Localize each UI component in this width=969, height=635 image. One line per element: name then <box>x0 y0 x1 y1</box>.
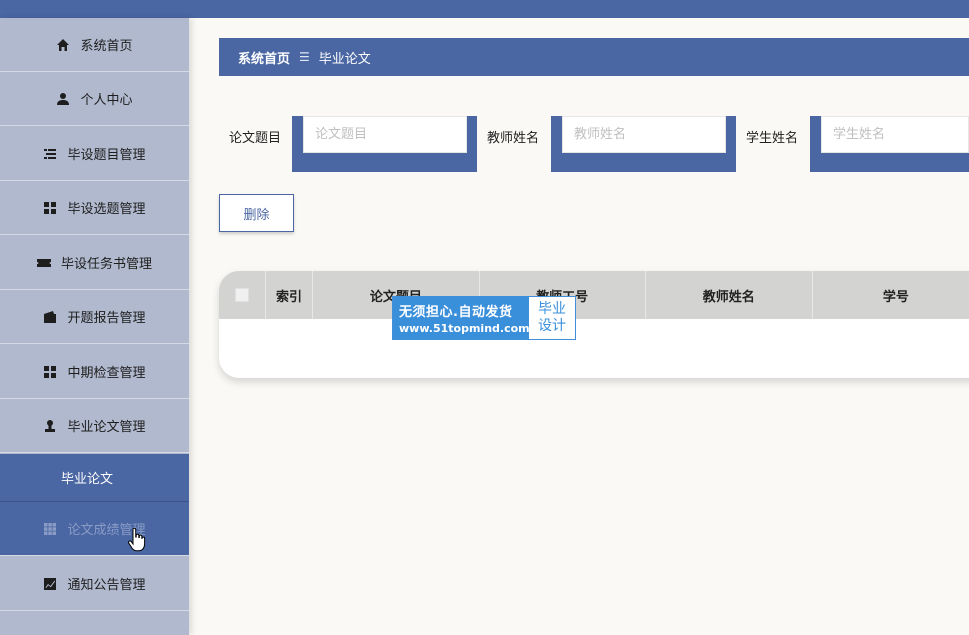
thesis-title-search-box <box>292 116 477 172</box>
watermark-main: 无须担心.自动发货 www.51topmind.com <box>393 297 530 339</box>
thesis-table: 索引 论文题目 教师工号 教师姓名 学号 <box>219 271 969 378</box>
breadcrumb: 系统首页 ☰ 毕业论文 <box>219 38 969 76</box>
select-all-checkbox[interactable] <box>234 288 249 302</box>
teacher-name-input[interactable] <box>562 116 726 153</box>
sidebar-item-label: 中期检查管理 <box>67 366 146 381</box>
teacher-name-label: 教师姓名 <box>487 131 540 146</box>
student-name-search-box <box>810 116 969 172</box>
breadcrumb-home[interactable]: 系统首页 <box>238 48 290 67</box>
student-name-label: 学生姓名 <box>746 131 799 146</box>
watermark: 无须担心.自动发货 www.51topmind.com 毕业 设计 <box>392 296 576 340</box>
sidebar-subitem-thesis[interactable]: 毕业论文 <box>0 454 189 502</box>
student-name-input[interactable] <box>821 116 969 153</box>
chart-icon <box>43 577 57 591</box>
column-header-index[interactable]: 索引 <box>266 271 314 319</box>
sidebar-item-label: 系统首页 <box>80 39 133 54</box>
ticket-icon <box>36 256 51 270</box>
wallet-icon <box>43 310 57 324</box>
stamp-icon <box>43 419 57 433</box>
watermark-tag-line2: 设计 <box>538 318 566 334</box>
sidebar-item-personal-center[interactable]: 个人中心 <box>0 72 189 126</box>
watermark-slogan: 无须担心.自动发货 <box>399 305 513 320</box>
sidebar-item-label: 开题报告管理 <box>67 311 146 326</box>
hand-pointer-cursor-icon <box>128 527 146 552</box>
sidebar-item-topic-management[interactable]: 毕设题目管理 <box>0 127 189 181</box>
sidebar-item-proposal-report[interactable]: 开题报告管理 <box>0 290 189 344</box>
sidebar-item-label: 通知公告管理 <box>67 578 146 593</box>
watermark-tag: 毕业 设计 <box>529 297 575 339</box>
sidebar-item-label: 个人中心 <box>80 93 133 108</box>
home-icon <box>56 38 70 52</box>
sidebar-item-label: 毕业论文管理 <box>67 420 146 435</box>
watermark-url: www.51topmind.com <box>399 322 530 335</box>
sidebar: 系统首页 个人中心 毕设题目管理 毕设选题管理 毕设任务书管理 开题报告管理 中… <box>0 18 189 635</box>
delete-button[interactable]: 删除 <box>219 194 294 232</box>
select-all-header <box>219 271 266 319</box>
teacher-name-search-box <box>551 116 736 172</box>
thesis-title-label: 论文题目 <box>229 131 282 146</box>
grid-icon <box>43 365 57 379</box>
table-icon <box>43 522 57 536</box>
top-bar <box>0 0 969 18</box>
table-header: 索引 论文题目 教师工号 教师姓名 学号 <box>219 271 969 319</box>
breadcrumb-current: 毕业论文 <box>318 51 371 67</box>
breadcrumb-separator-icon: ☰ <box>299 50 310 64</box>
sidebar-item-label: 毕业论文 <box>61 472 114 487</box>
sidebar-item-notice-management[interactable]: 通知公告管理 <box>0 557 189 611</box>
user-icon <box>56 92 70 106</box>
sidebar-item-topic-selection[interactable]: 毕设选题管理 <box>0 181 189 235</box>
sidebar-item-home[interactable]: 系统首页 <box>0 18 189 72</box>
thesis-title-input[interactable] <box>303 116 467 153</box>
grid-icon <box>43 201 57 215</box>
watermark-tag-line1: 毕业 <box>538 301 566 317</box>
sidebar-item-thesis-grades[interactable]: 论文成绩管理 <box>0 502 189 556</box>
list-icon <box>43 147 57 161</box>
column-header-student-id[interactable]: 学号 <box>813 271 969 319</box>
sidebar-item-label: 毕设题目管理 <box>67 148 146 163</box>
sidebar-item-label: 毕设选题管理 <box>67 202 146 217</box>
sidebar-item-label: 毕设任务书管理 <box>60 257 152 272</box>
sidebar-item-midterm-check[interactable]: 中期检查管理 <box>0 345 189 399</box>
sidebar-item-task-book[interactable]: 毕设任务书管理 <box>0 236 189 290</box>
sidebar-item-thesis-management[interactable]: 毕业论文管理 <box>0 399 189 453</box>
column-header-teacher-name[interactable]: 教师姓名 <box>646 271 813 319</box>
